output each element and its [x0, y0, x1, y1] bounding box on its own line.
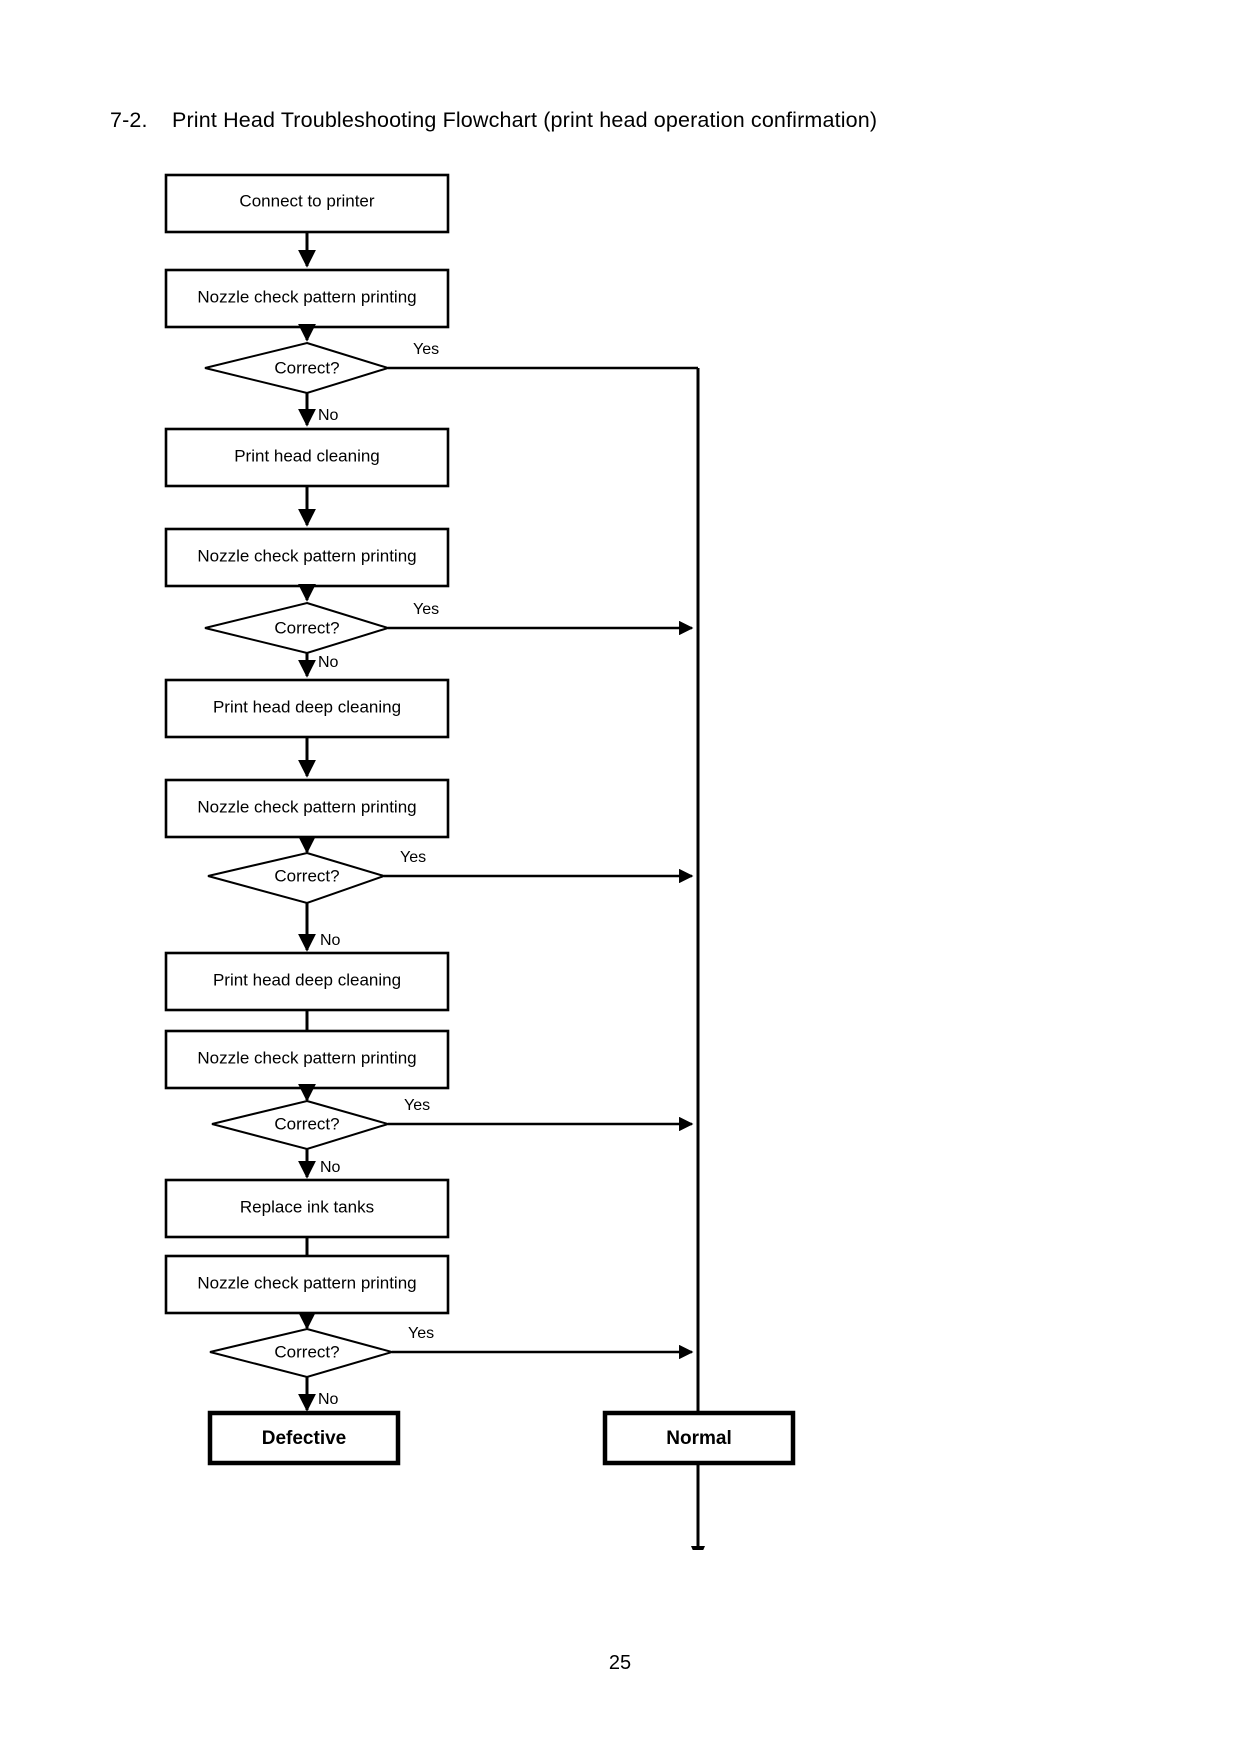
node-nozzle-check-3[interactable]: Nozzle check pattern printing — [164, 778, 450, 839]
decision-label: Correct? — [274, 358, 339, 377]
edge-d3-yes: Yes — [384, 849, 694, 884]
page-number: 25 — [608, 1652, 632, 1674]
node-print-head-deep-cleaning-2[interactable]: Print head deep cleaning — [164, 951, 450, 1012]
node-label: Connect to printer — [239, 191, 374, 210]
edge-d1-no: No — [298, 393, 339, 427]
edge-label-no: No — [320, 932, 341, 949]
node-label: Print head cleaning — [234, 446, 380, 465]
decision-label: Correct? — [274, 1342, 339, 1361]
decision-label: Correct? — [274, 618, 339, 637]
decision-correct-2[interactable]: Correct? — [204, 601, 392, 655]
edge-label-yes: Yes — [408, 1325, 434, 1342]
node-nozzle-check-4[interactable]: Nozzle check pattern printing — [164, 1029, 450, 1090]
yes-trunk-line — [691, 368, 705, 1550]
edge-label-yes: Yes — [404, 1097, 430, 1114]
node-label: Nozzle check pattern printing — [197, 1048, 416, 1067]
edge-d5-yes: Yes — [392, 1325, 694, 1360]
node-print-head-deep-cleaning-1[interactable]: Print head deep cleaning — [164, 678, 450, 739]
edge-label-no: No — [318, 407, 339, 424]
terminal-defective[interactable]: Defective — [207, 1410, 401, 1466]
node-label: Nozzle check pattern printing — [197, 287, 416, 306]
flowchart-svg: Connect to printer Nozzle check pattern … — [164, 173, 796, 1550]
decision-label: Correct? — [274, 1114, 339, 1133]
decision-correct-5[interactable]: Correct? — [209, 1327, 396, 1379]
decision-correct-4[interactable]: Correct? — [211, 1099, 392, 1151]
node-label: Nozzle check pattern printing — [197, 797, 416, 816]
edge-label-yes: Yes — [413, 601, 439, 618]
node-label: Nozzle check pattern printing — [197, 546, 416, 565]
edge-d5-no: No — [298, 1377, 339, 1412]
terminal-label: Defective — [262, 1428, 347, 1449]
edge-label-no: No — [318, 1391, 339, 1408]
node-label: Print head deep cleaning — [213, 970, 401, 989]
flowchart: Connect to printer Nozzle check pattern … — [0, 150, 1240, 1550]
node-replace-ink-tanks[interactable]: Replace ink tanks — [164, 1178, 450, 1239]
edge-d2-no: No — [298, 653, 339, 678]
edge-label-yes: Yes — [400, 849, 426, 866]
section-number: 7-2. — [110, 108, 148, 132]
title-text: Print Head Troubleshooting Flowchart (pr… — [172, 108, 878, 132]
edge-d4-no: No — [298, 1149, 341, 1179]
page-title: 7-2. Print Head Troubleshooting Flowchart… — [110, 108, 1110, 134]
edge-label-yes: Yes — [413, 341, 439, 358]
edge-d1-yes: Yes — [388, 341, 698, 370]
decision-label: Correct? — [274, 866, 339, 885]
edge-label-no: No — [318, 654, 339, 671]
node-print-head-cleaning-1[interactable]: Print head cleaning — [164, 427, 450, 488]
edge-label-no: No — [320, 1159, 341, 1176]
node-label: Nozzle check pattern printing — [197, 1273, 416, 1292]
node-label: Print head deep cleaning — [213, 697, 401, 716]
node-nozzle-check-5[interactable]: Nozzle check pattern printing — [164, 1254, 450, 1315]
node-nozzle-check-2[interactable]: Nozzle check pattern printing — [164, 527, 450, 588]
terminal-normal[interactable]: Normal — [602, 1410, 796, 1466]
terminal-label: Normal — [666, 1428, 731, 1449]
edge-d4-yes: Yes — [388, 1097, 694, 1132]
decision-correct-1[interactable]: Correct? — [204, 341, 392, 395]
edge-d3-no: No — [298, 903, 341, 952]
node-nozzle-check-1[interactable]: Nozzle check pattern printing — [164, 268, 450, 329]
decision-correct-3[interactable]: Correct? — [207, 851, 388, 905]
edge-d2-yes: Yes — [388, 601, 694, 636]
node-label: Replace ink tanks — [240, 1197, 374, 1216]
document-page: 7-2. Print Head Troubleshooting Flowchart… — [0, 0, 1240, 1754]
node-connect-to-printer[interactable]: Connect to printer — [164, 173, 450, 234]
